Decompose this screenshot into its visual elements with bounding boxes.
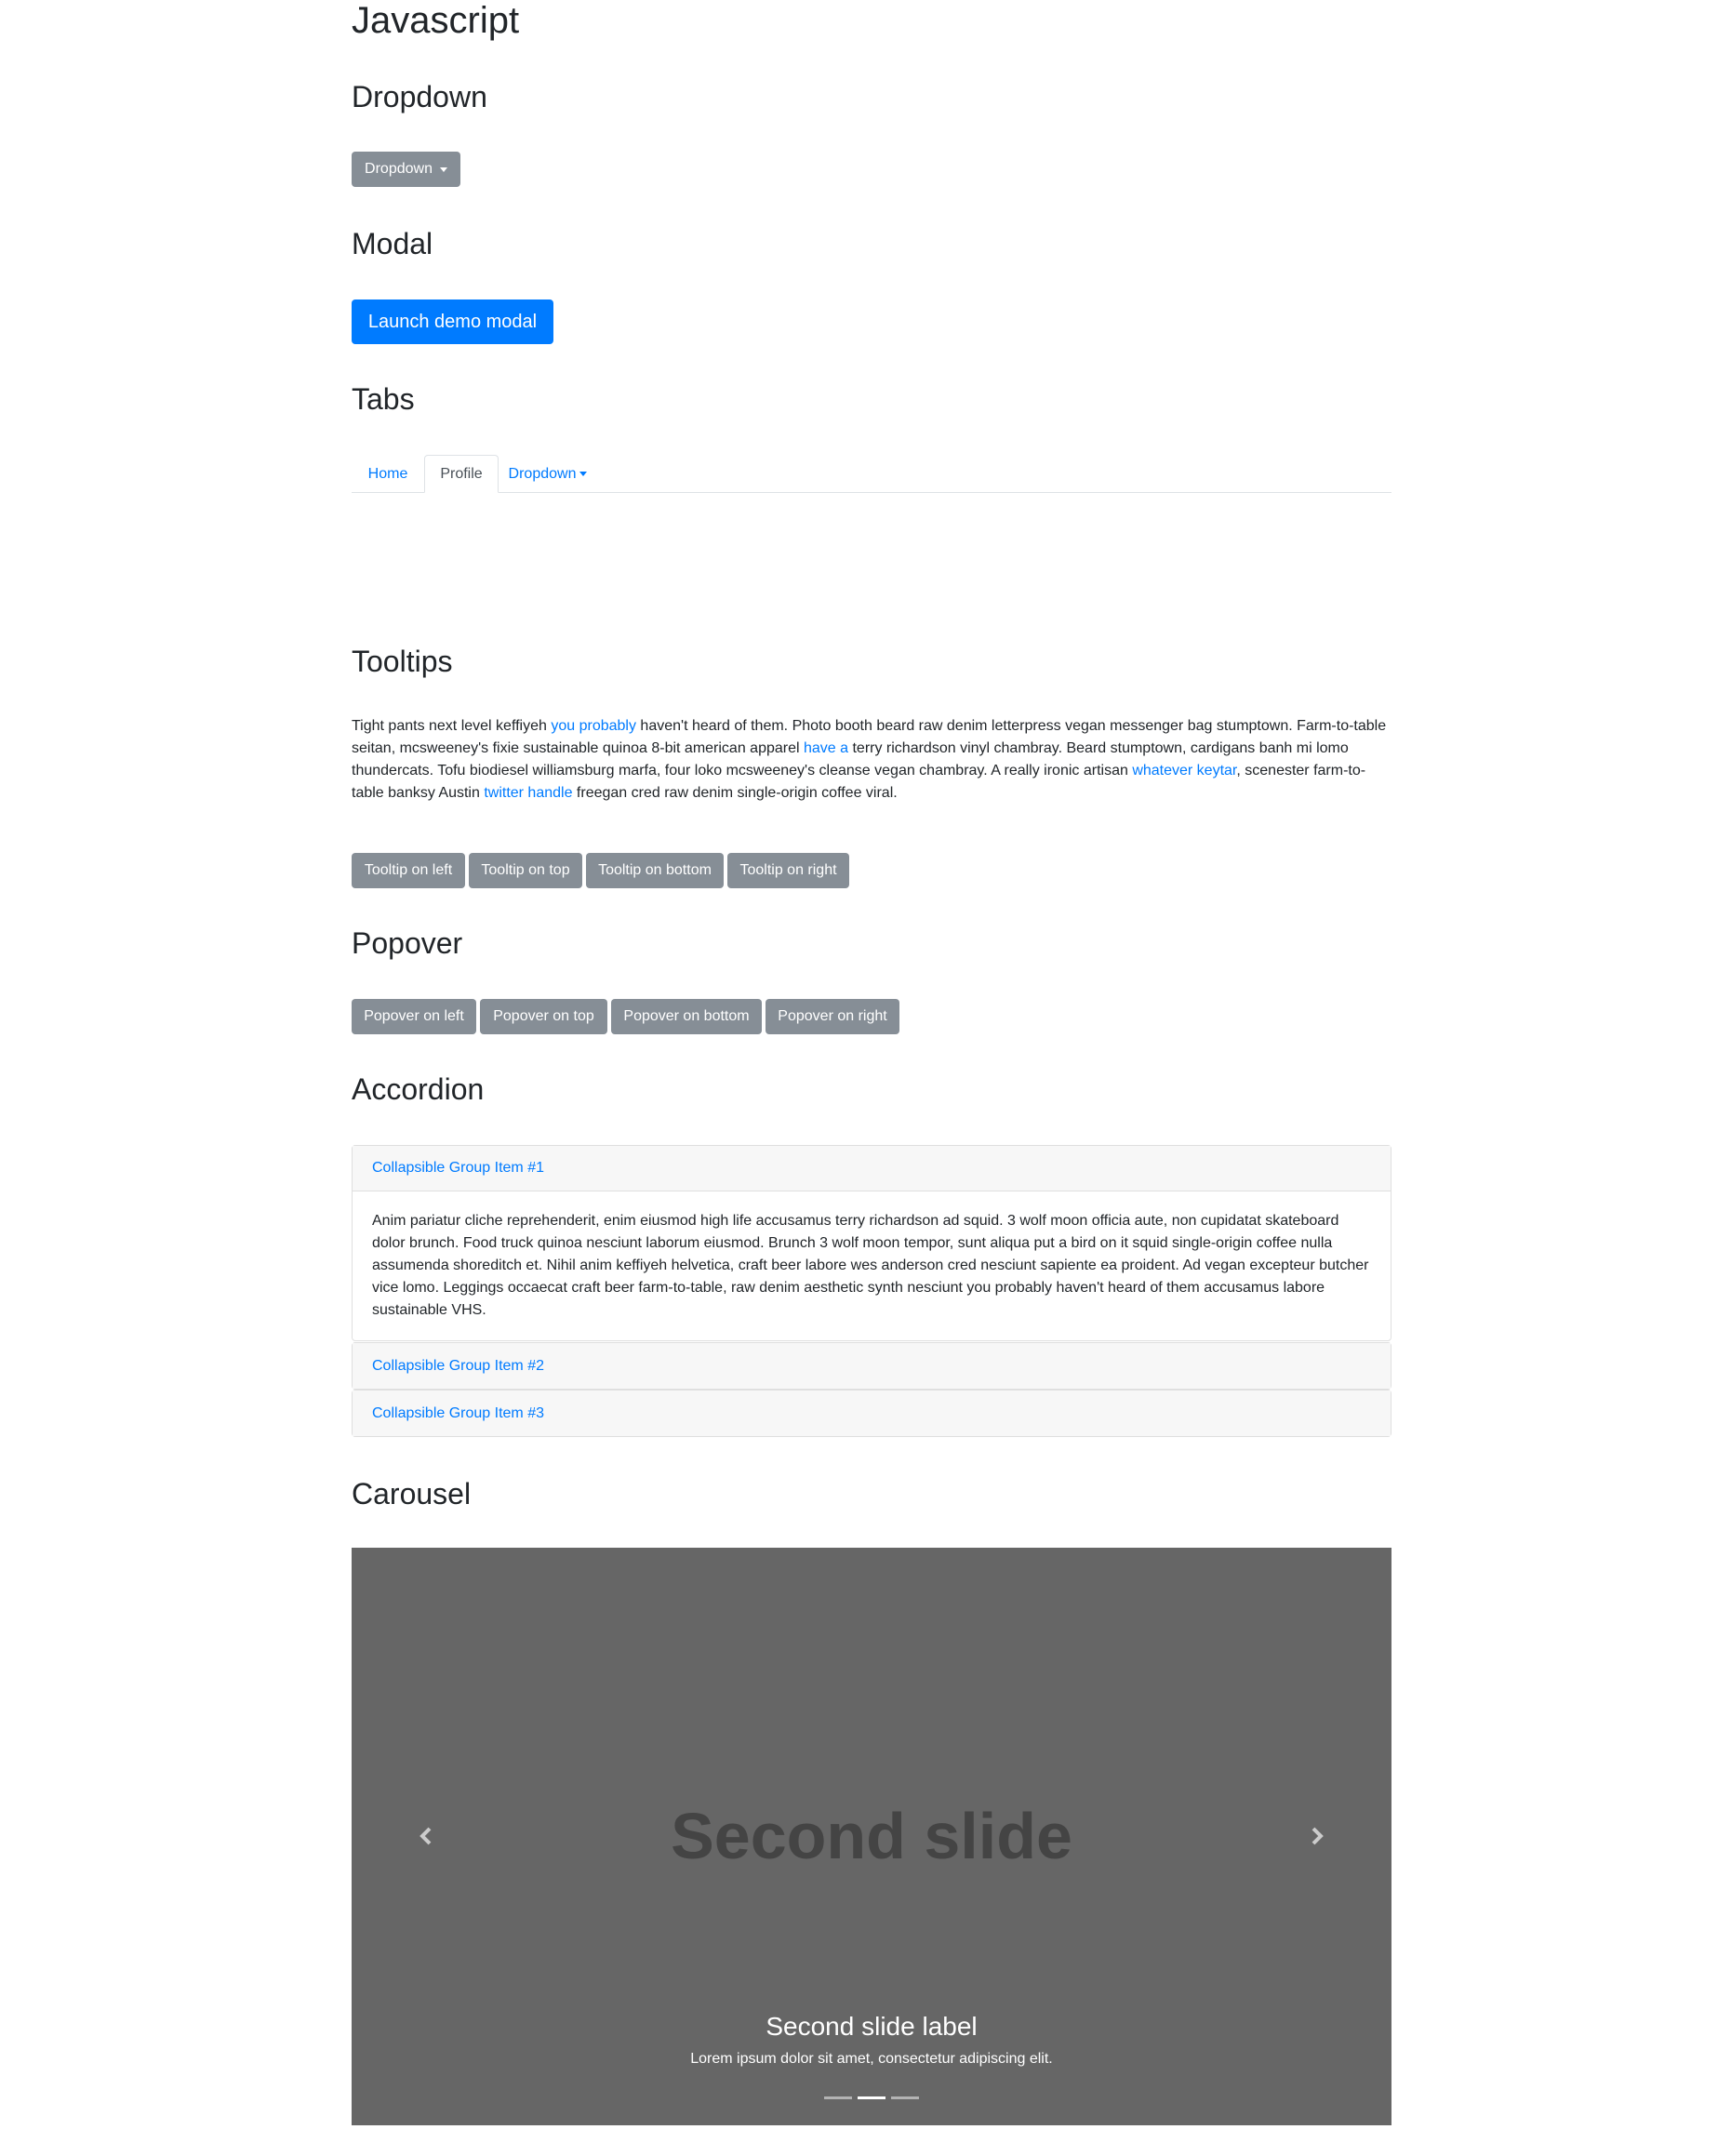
tooltips-paragraph: Tight pants next level keffiyeh you prob…	[352, 715, 1391, 805]
accordion-header-3[interactable]: Collapsible Group Item #3	[353, 1391, 1391, 1436]
tooltip-left-button[interactable]: Tooltip on left	[352, 853, 465, 888]
launch-demo-modal-button[interactable]: Launch demo modal	[352, 299, 553, 344]
tooltip-link-you-probably[interactable]: you probably	[551, 718, 636, 734]
chevron-left-icon	[419, 1827, 432, 1845]
carousel-next-button[interactable]	[1298, 1817, 1336, 1855]
carousel-heading: Carousel	[352, 1477, 472, 1511]
accordion-item-1: Collapsible Group Item #1 Anim pariatur …	[352, 1145, 1391, 1341]
dropdown-button-label: Dropdown	[365, 161, 433, 177]
accordion-item-3: Collapsible Group Item #3	[352, 1390, 1391, 1437]
dropdown-heading: Dropdown	[352, 80, 487, 113]
accordion-toggle-2[interactable]: Collapsible Group Item #2	[372, 1358, 544, 1375]
tab-home[interactable]: Home	[352, 455, 424, 493]
modal-heading: Modal	[352, 227, 433, 260]
paragraph-text: Tight pants next level keffiyeh	[352, 718, 552, 734]
carousel: Second slide Second slide label Lorem ip…	[352, 1548, 1391, 2125]
carousel-caption-text: Lorem ipsum dolor sit amet, consectetur …	[690, 2051, 1053, 2067]
tooltip-bottom-button[interactable]: Tooltip on bottom	[586, 853, 724, 888]
tooltip-link-twitter-handle[interactable]: twitter handle	[484, 785, 572, 801]
tabs-heading: Tabs	[352, 382, 415, 416]
carousel-indicator-1[interactable]	[824, 2096, 852, 2099]
accordion-header-1[interactable]: Collapsible Group Item #1	[353, 1146, 1391, 1191]
dropdown-button[interactable]: Dropdown	[352, 152, 460, 187]
carousel-caption: Second slide label Lorem ipsum dolor sit…	[352, 2011, 1391, 2070]
accordion-toggle-3[interactable]: Collapsible Group Item #3	[372, 1405, 544, 1422]
tab-dropdown[interactable]: Dropdown	[499, 455, 597, 493]
popover-bottom-button[interactable]: Popover on bottom	[611, 999, 762, 1034]
carousel-caption-title: Second slide label	[766, 2012, 978, 2041]
tooltips-heading: Tooltips	[352, 645, 453, 678]
tab-profile[interactable]: Profile	[424, 455, 499, 493]
accordion-body-1: Anim pariatur cliche reprehenderit, enim…	[372, 1213, 1369, 1318]
carousel-indicators	[352, 2096, 1391, 2099]
accordion-heading: Accordion	[352, 1072, 485, 1106]
tooltip-link-whatever-keytar[interactable]: whatever keytar	[1132, 763, 1236, 779]
caret-down-icon	[439, 166, 447, 172]
tooltip-link-have-a[interactable]: have a	[804, 740, 848, 756]
popover-top-button[interactable]: Popover on top	[480, 999, 607, 1034]
page-title: Javascript	[352, 0, 520, 41]
carousel-prev-button[interactable]	[407, 1817, 445, 1855]
tooltip-top-button[interactable]: Tooltip on top	[469, 853, 582, 888]
chevron-right-icon	[1312, 1827, 1324, 1845]
popover-left-button[interactable]: Popover on left	[352, 999, 476, 1034]
tab-dropdown-label: Dropdown	[508, 465, 577, 482]
tab-home-label: Home	[367, 465, 408, 482]
tab-profile-label: Profile	[440, 465, 483, 482]
caret-down-icon	[579, 472, 588, 476]
carousel-indicator-3[interactable]	[891, 2096, 919, 2099]
slide-placeholder-text: Second slide	[671, 1800, 1072, 1872]
popover-right-button[interactable]: Popover on right	[766, 999, 899, 1034]
accordion-item-2: Collapsible Group Item #2	[352, 1342, 1391, 1390]
tooltip-right-button[interactable]: Tooltip on right	[727, 853, 849, 888]
accordion-toggle-1[interactable]: Collapsible Group Item #1	[372, 1160, 544, 1177]
popover-heading: Popover	[352, 926, 463, 960]
carousel-indicator-2[interactable]	[858, 2096, 885, 2099]
paragraph-text: freegan cred raw denim single-origin cof…	[572, 785, 898, 801]
accordion-header-2[interactable]: Collapsible Group Item #2	[353, 1343, 1391, 1389]
